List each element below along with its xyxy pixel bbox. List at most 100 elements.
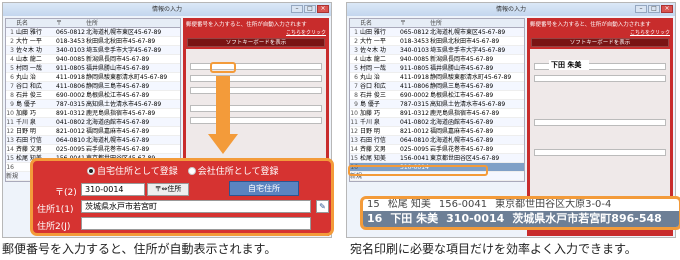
- maximize-button-right[interactable]: □: [648, 5, 660, 13]
- cell-name: 大竹 一平: [360, 38, 386, 45]
- cell-addr: 福岡県嘉麻市45-67-89: [86, 128, 150, 135]
- list-row[interactable]: 14 斉藤 文男 025-0095 岩手県花巻市45-67-89: [350, 145, 524, 154]
- window-controls-right: – □ ×: [635, 5, 673, 13]
- cell-name: 斉藤 文男: [360, 146, 386, 153]
- name-field-right[interactable]: 下田 朱美: [549, 60, 589, 70]
- list-row[interactable]: 12 日野 明 821-0012 福岡県嘉麻市45-67-89: [6, 127, 180, 136]
- kana-mini-field-right[interactable]: [534, 119, 666, 126]
- list-row[interactable]: 2 大竹 一平 018-3453 秋田県北秋田市45-67-89: [6, 37, 180, 46]
- radio-on-icon: [87, 167, 95, 175]
- cell-name: 山本 龍二: [360, 56, 386, 63]
- addr2-input[interactable]: [81, 217, 311, 230]
- cell-zip: 041-0802: [56, 119, 85, 126]
- radio-home[interactable]: 自宅住所として登録: [87, 164, 178, 177]
- list-row[interactable]: 8 石井 俊三 690-0002 島根県松江市45-67-89: [350, 91, 524, 100]
- cell-zip: 940-0085: [56, 56, 85, 63]
- list-row[interactable]: 5 村岡 一哉 911-0805 福井県勝山市45-67-89: [350, 64, 524, 73]
- title-bar-right: 情報の入力 – □ ×: [347, 3, 675, 16]
- addr1-mini-field[interactable]: [190, 75, 322, 82]
- addr1-mini-field-right[interactable]: [534, 75, 666, 82]
- close-button-right[interactable]: ×: [661, 5, 673, 13]
- list-row[interactable]: 7 谷口 和広 411-0806 静岡県三島市45-67-89: [6, 82, 180, 91]
- cell-zip: 690-0002: [56, 92, 85, 99]
- cell-name: 大竹 一平: [16, 38, 42, 45]
- cell-addr: 島根県松江市45-67-89: [86, 92, 150, 99]
- cell-name: 谷口 和広: [360, 83, 386, 90]
- pen-icon[interactable]: ✎: [316, 200, 329, 213]
- list-row[interactable]: 7 谷口 和広 411-0806 静岡県三島市45-67-89: [350, 82, 524, 91]
- cell-addr: 岩手県花巻市45-67-89: [86, 146, 150, 153]
- strip-row-16[interactable]: 16 下田 朱美 310-0014 茨城県水戸市若宮町896-548: [363, 211, 679, 227]
- zip-input[interactable]: 310-0014: [81, 183, 145, 196]
- cell-zip: 891-0312: [56, 110, 85, 117]
- list-row[interactable]: 11 千川 泉 041-0802 北海道函館市45-67-89: [350, 118, 524, 127]
- list-header-right: 氏名〒住所: [350, 19, 524, 28]
- help-link[interactable]: こちらをクリック: [183, 29, 329, 36]
- cell-addr: 北海道札幌市45-67-89: [86, 137, 150, 144]
- cell-zip: 025-0095: [400, 146, 429, 153]
- list-row[interactable]: 15松尾 知美 156-0041東京都世田谷区45-67-89: [350, 154, 524, 163]
- soft-keyboard-button[interactable]: ソフトキーボードを表示: [187, 38, 325, 47]
- list-row[interactable]: 1 山田 雅行 065-0812 北海道札幌市東区45-67-89: [6, 28, 180, 37]
- cell-name: 千川 泉: [360, 119, 380, 126]
- addr2-mini-field[interactable]: [190, 87, 322, 94]
- cell-addr: 福岡県嘉麻市45-67-89: [430, 128, 494, 135]
- list-row[interactable]: 14 斉藤 文男 025-0095 岩手県花巻市45-67-89: [6, 145, 180, 154]
- radio-off-icon: [187, 167, 196, 175]
- list-row[interactable]: 3 佐々木 功 340-0103 埼玉県幸手市大字45-67-89: [6, 46, 180, 55]
- list-row[interactable]: 8 石井 俊三 690-0002 島根県松江市45-67-89: [6, 91, 180, 100]
- caption-left: 郵便番号を入力すると、住所が自動表示されます。: [2, 242, 277, 256]
- strip-row-zip: 310-0014: [446, 212, 505, 225]
- title-bar: 情報の入力 – □ ×: [3, 3, 331, 16]
- list-row[interactable]: 11 千川 泉 041-0802 北海道函館市45-67-89: [6, 118, 180, 127]
- selected-row-highlight: [348, 165, 488, 176]
- cell-no: 11: [6, 119, 14, 126]
- cell-zip: 064-0810: [56, 137, 85, 144]
- list-row[interactable]: 6 丸山 治 411-0918 静岡県駿東郡清水町45-67-89: [6, 73, 180, 82]
- cell-no: 5: [10, 65, 14, 72]
- list-row[interactable]: 12 日野 明 821-0012 福岡県嘉麻市45-67-89: [350, 127, 524, 136]
- cell-no: 6: [354, 74, 358, 81]
- name-mini-field[interactable]: [190, 105, 322, 112]
- minimize-button[interactable]: –: [291, 5, 303, 13]
- list-row[interactable]: 9島 優子 787-0315 高知県土佐清水市45-67-89: [6, 100, 180, 109]
- cell-name: 加藤 巧: [16, 110, 36, 117]
- maximize-button[interactable]: □: [304, 5, 316, 13]
- list-row[interactable]: 4 山本 龍二 940-0085 新潟県長岡市45-67-89: [6, 55, 180, 64]
- kana-mini-field[interactable]: [190, 117, 322, 124]
- list-row[interactable]: 10 加藤 巧 891-0312 鹿児島県指宿市45-67-89: [350, 109, 524, 118]
- cell-name: 加藤 巧: [360, 110, 380, 117]
- cell-no: 7: [10, 83, 14, 90]
- soft-keyboard-button-right[interactable]: ソフトキーボードを表示: [531, 38, 669, 47]
- list-row[interactable]: 13 石田 行信 064-0810 北海道札幌市45-67-89: [350, 136, 524, 145]
- list-row[interactable]: 3 佐々木 功 340-0103 埼玉県幸手市大字45-67-89: [350, 46, 524, 55]
- list-row[interactable]: 1 山田 雅行 065-0812 北海道札幌市東区45-67-89: [350, 28, 524, 37]
- list-row[interactable]: 4 山本 龍二 940-0085 新潟県長岡市45-67-89: [350, 55, 524, 64]
- cell-no: 3: [10, 47, 14, 54]
- list-row[interactable]: 10 加藤 巧 891-0312 鹿児島県指宿市45-67-89: [6, 109, 180, 118]
- cell-addr: 高知県土佐清水市45-67-89: [86, 101, 162, 108]
- close-button[interactable]: ×: [317, 5, 329, 13]
- cell-zip: 940-0085: [400, 56, 429, 63]
- addr2-label: 住所2(J): [37, 222, 71, 232]
- title-mini-field-right[interactable]: [534, 149, 666, 156]
- cell-name: 石井 俊三: [360, 92, 386, 99]
- radio-company[interactable]: 会社住所として登録: [187, 164, 278, 177]
- zip-convert-button[interactable]: 〒⇔住所: [147, 183, 189, 196]
- cell-zip: 340-0103: [56, 47, 85, 54]
- cell-addr: 秋田県北秋田市45-67-89: [86, 38, 156, 45]
- minimize-button-right[interactable]: –: [635, 5, 647, 13]
- addr1-input[interactable]: 茨城県水戸市若宮町: [81, 200, 311, 213]
- home-address-button[interactable]: 自宅住所: [229, 181, 299, 196]
- cell-no: 16: [6, 164, 14, 171]
- cell-zip: 821-0012: [400, 128, 429, 135]
- list-row[interactable]: 9島 優子 787-0315 高知県土佐清水市45-67-89: [350, 100, 524, 109]
- list-row[interactable]: 2 大竹 一平 018-3453 秋田県北秋田市45-67-89: [350, 37, 524, 46]
- list-row[interactable]: 13 石田 行信 064-0810 北海道札幌市45-67-89: [6, 136, 180, 145]
- cell-addr: 新潟県長岡市45-67-89: [430, 56, 494, 63]
- cell-addr: 東京都世田谷区45-67-89: [430, 155, 500, 162]
- list-row[interactable]: 6 丸山 治 411-0918 静岡県駿東郡清水町45-67-89: [350, 73, 524, 82]
- cell-name: 石井 俊三: [16, 92, 42, 99]
- help-link-right[interactable]: こちらをクリック: [527, 29, 673, 36]
- list-row[interactable]: 5 村岡 一哉 911-0805 福井県勝山市45-67-89: [6, 64, 180, 73]
